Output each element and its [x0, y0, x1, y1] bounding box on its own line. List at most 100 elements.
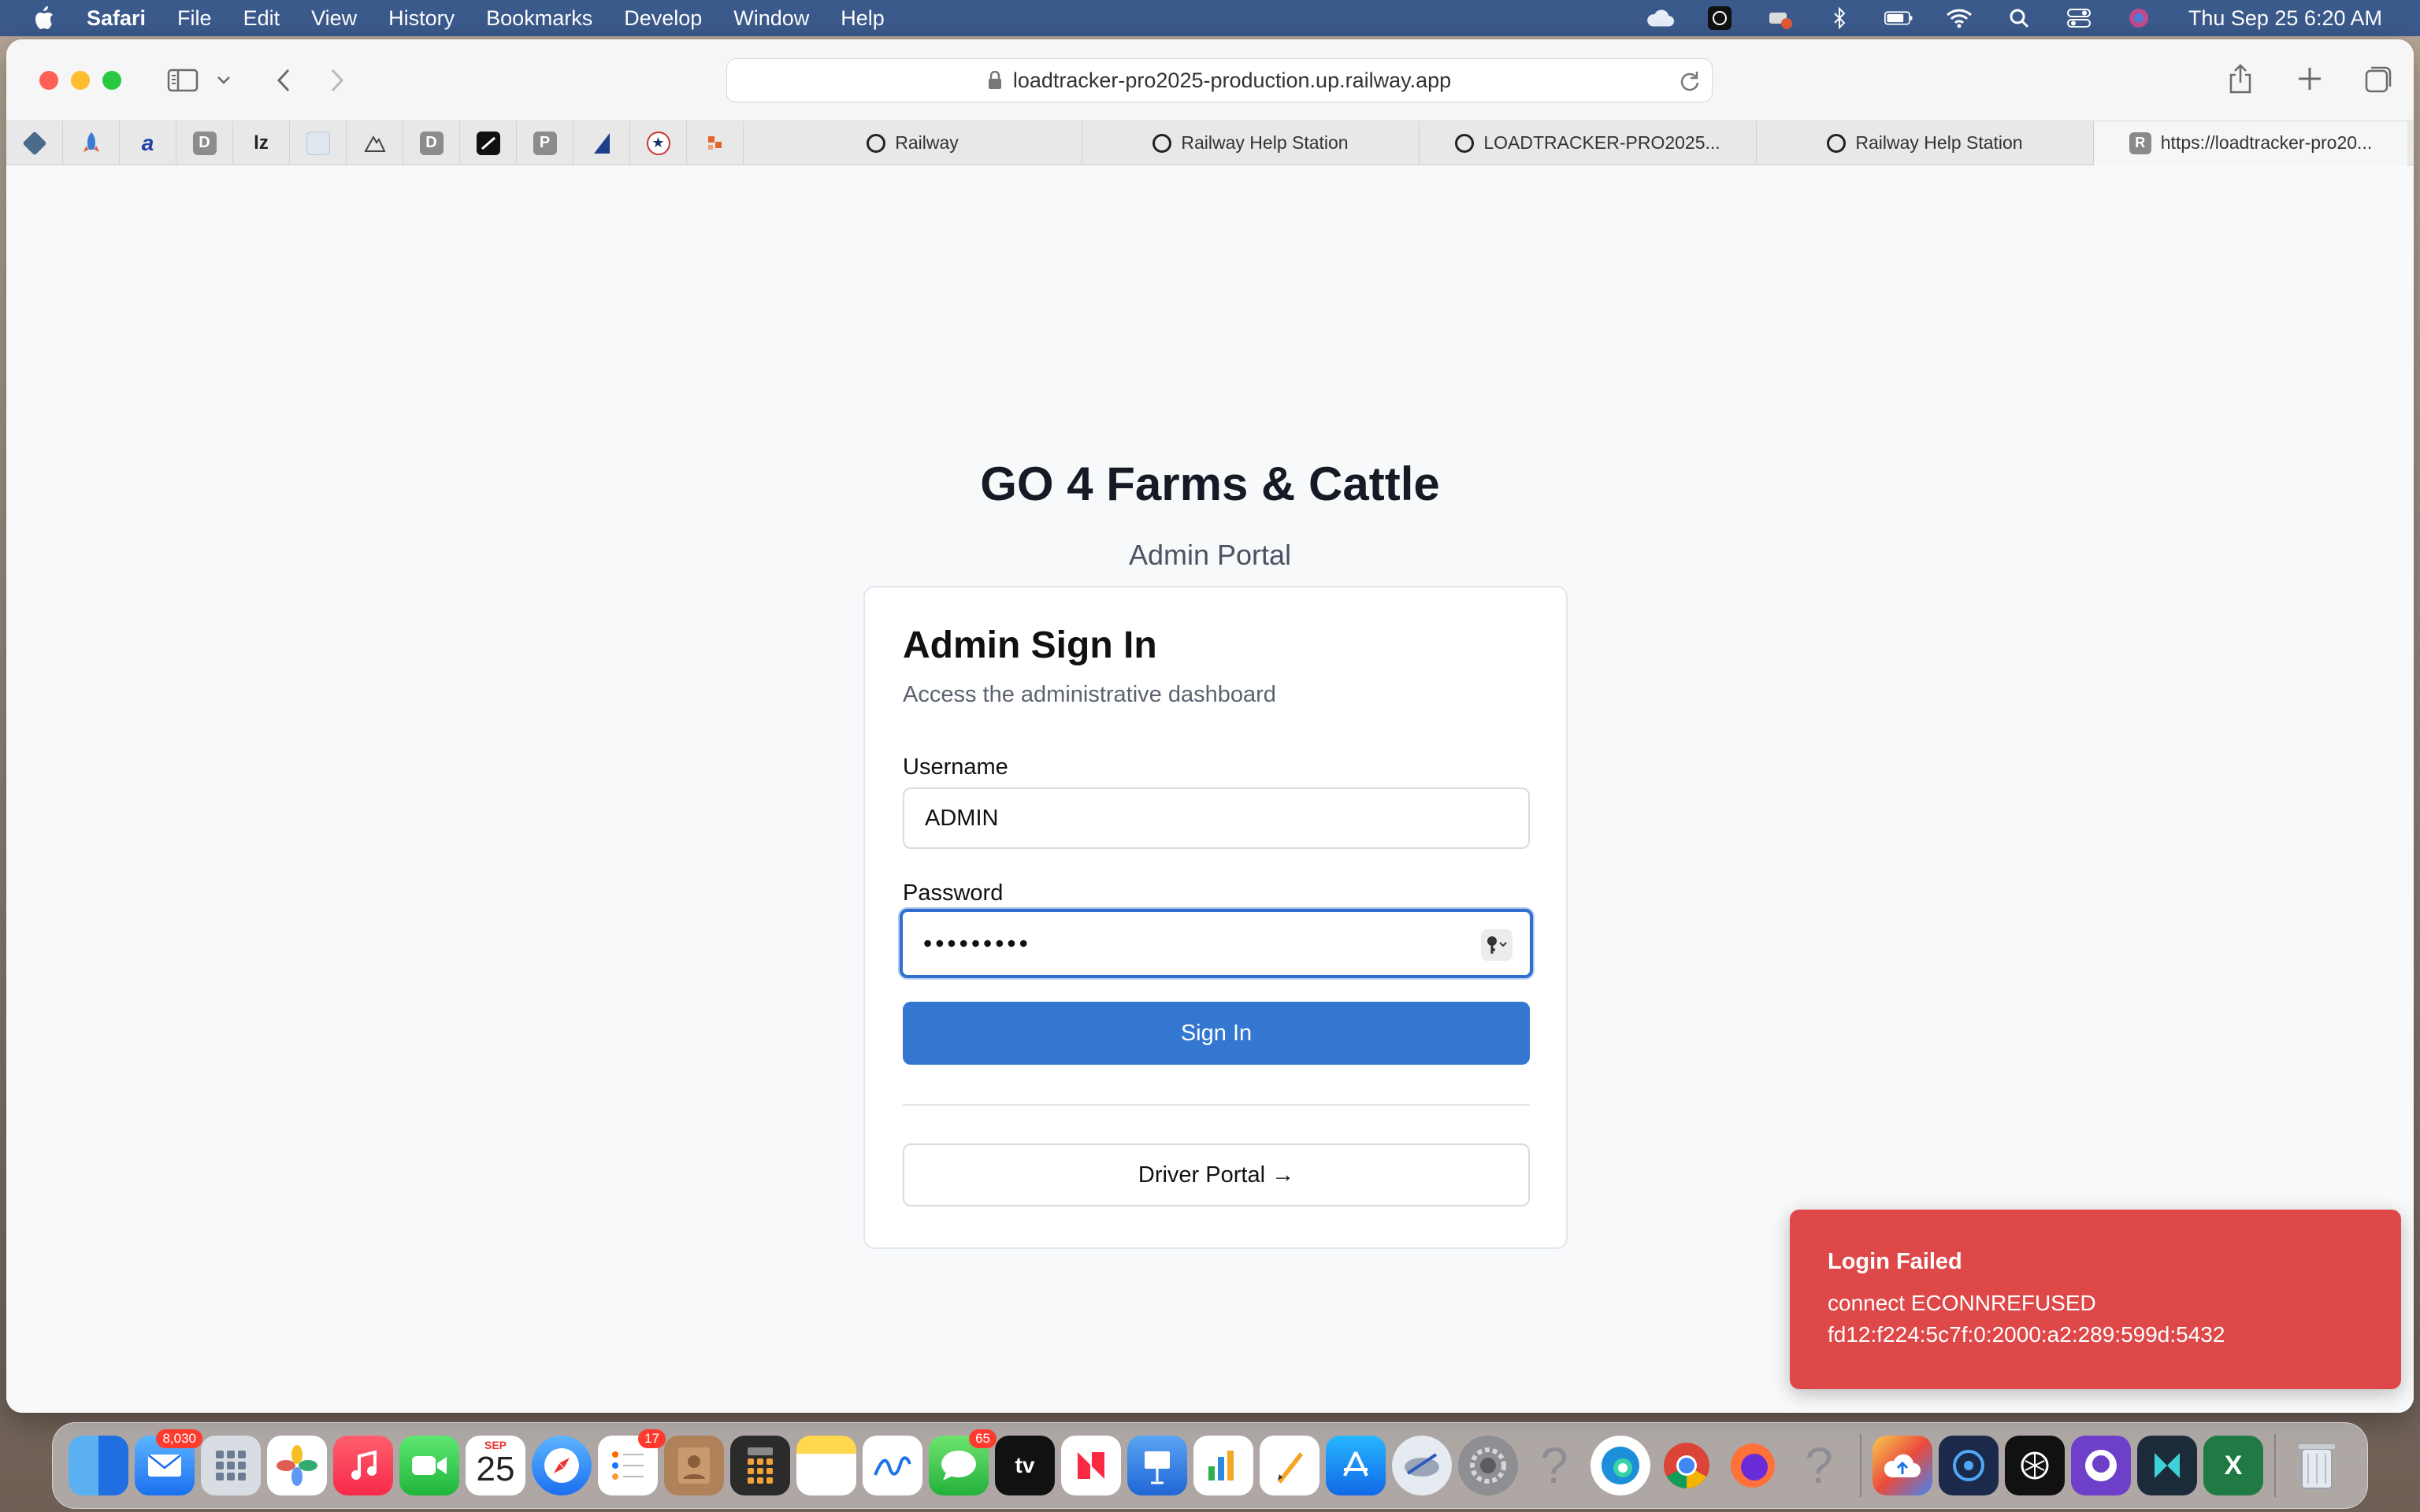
- calendar-icon[interactable]: SEP 25: [466, 1436, 525, 1495]
- battery-icon[interactable]: [1884, 6, 1914, 30]
- menu-history[interactable]: History: [388, 6, 455, 31]
- apple-menu-icon[interactable]: [0, 5, 87, 32]
- pages-icon[interactable]: [1260, 1436, 1319, 1495]
- menu-help[interactable]: Help: [841, 6, 885, 31]
- back-button[interactable]: [268, 69, 299, 92]
- reload-icon[interactable]: [1679, 70, 1701, 92]
- password-input[interactable]: •••••••••: [900, 909, 1533, 978]
- railway-logo-icon: [1827, 133, 1847, 153]
- news-icon[interactable]: [1061, 1436, 1121, 1495]
- printer-error-icon[interactable]: [1765, 6, 1795, 30]
- new-tab-plus-icon[interactable]: [2292, 61, 2327, 96]
- favorite-11[interactable]: [573, 120, 630, 165]
- address-bar[interactable]: loadtracker-pro2025-production.up.railwa…: [726, 58, 1713, 102]
- finder-icon[interactable]: [69, 1436, 128, 1495]
- launchpad-icon[interactable]: [201, 1436, 261, 1495]
- menu-file[interactable]: File: [177, 6, 212, 31]
- numbers-icon[interactable]: [1193, 1436, 1253, 1495]
- keynote-icon[interactable]: [1127, 1436, 1187, 1495]
- menu-develop[interactable]: Develop: [624, 6, 702, 31]
- app-store-icon[interactable]: [1326, 1436, 1386, 1495]
- error-toast[interactable]: Login Failed connect ECONNREFUSED fd12:f…: [1790, 1210, 2401, 1389]
- share-icon[interactable]: [2223, 61, 2258, 96]
- excel-icon[interactable]: X: [2203, 1436, 2263, 1495]
- system-settings-icon[interactable]: [1458, 1436, 1518, 1495]
- tab-overview-icon[interactable]: [2362, 61, 2396, 96]
- spotlight-search-icon[interactable]: [2004, 6, 2034, 30]
- tab-loadtracker-pro[interactable]: LOADTRACKER-PRO2025...: [1420, 120, 1757, 165]
- disk-utility-icon[interactable]: [1392, 1436, 1452, 1495]
- chevron-down-icon[interactable]: [214, 76, 233, 85]
- minimize-window-button[interactable]: [71, 70, 90, 90]
- cloud-upload-icon[interactable]: [1873, 1436, 1932, 1495]
- menu-edit[interactable]: Edit: [243, 6, 280, 31]
- favorite-2[interactable]: [63, 120, 120, 165]
- username-input[interactable]: ADMIN: [903, 788, 1530, 849]
- icloud-icon[interactable]: [1645, 6, 1675, 30]
- toast-title: Login Failed: [1828, 1249, 1962, 1274]
- unknown-app-question-icon[interactable]: ?: [1524, 1436, 1584, 1495]
- favorite-13[interactable]: [687, 120, 744, 165]
- messages-icon[interactable]: 65: [929, 1429, 997, 1495]
- favorite-10[interactable]: P: [517, 120, 573, 165]
- menu-bookmarks[interactable]: Bookmarks: [486, 6, 592, 31]
- favorite-9[interactable]: [460, 120, 517, 165]
- chatgpt-status-icon[interactable]: [1705, 6, 1735, 30]
- favorite-5[interactable]: lz: [233, 120, 290, 165]
- edge-icon[interactable]: [1590, 1436, 1650, 1495]
- butterfly-app-icon[interactable]: [2137, 1436, 2197, 1495]
- firefox-icon[interactable]: [1723, 1436, 1783, 1495]
- zoom-window-button[interactable]: [102, 70, 121, 90]
- github-desktop-icon[interactable]: [2071, 1436, 2131, 1495]
- wifi-icon[interactable]: [1944, 6, 1974, 30]
- facetime-icon[interactable]: [399, 1436, 459, 1495]
- favorite-4[interactable]: D: [176, 120, 233, 165]
- unknown-app-question-icon[interactable]: ?: [1789, 1436, 1849, 1495]
- menu-app-safari[interactable]: Safari: [87, 6, 146, 31]
- menu-window[interactable]: Window: [733, 6, 809, 31]
- puzzle-icon: [703, 132, 727, 155]
- favorite-3[interactable]: a: [120, 120, 176, 165]
- brand-title: GO 4 Farms & Cattle: [980, 458, 1440, 510]
- password-autofill-key-icon[interactable]: [1481, 929, 1512, 961]
- control-center-icon[interactable]: [2064, 6, 2094, 30]
- mountain-icon: [363, 132, 387, 155]
- username-value: ADMIN: [925, 805, 999, 831]
- chatgpt-icon[interactable]: [2005, 1436, 2065, 1495]
- toast-message-line-1: connect ECONNREFUSED: [1828, 1291, 2096, 1315]
- favorite-12[interactable]: ★: [630, 120, 687, 165]
- safari-icon[interactable]: [532, 1436, 592, 1495]
- contacts-icon[interactable]: [664, 1436, 724, 1495]
- photos-icon[interactable]: [267, 1436, 327, 1495]
- driver-portal-button[interactable]: Driver Portal →: [903, 1143, 1530, 1206]
- tab-railway-help-station-2[interactable]: Railway Help Station: [1757, 120, 2094, 165]
- close-window-button[interactable]: [39, 70, 58, 90]
- freeform-icon[interactable]: [863, 1436, 922, 1495]
- mail-icon[interactable]: 8,030: [135, 1429, 202, 1495]
- sidebar-toggle-icon[interactable]: [165, 65, 200, 96]
- favorite-7[interactable]: [347, 120, 403, 165]
- tab-railway-help-station-1[interactable]: Railway Help Station: [1082, 120, 1420, 165]
- chrome-icon[interactable]: [1657, 1436, 1717, 1495]
- trash-icon[interactable]: [2287, 1436, 2347, 1495]
- menu-view[interactable]: View: [311, 6, 357, 31]
- reminders-icon[interactable]: 17: [598, 1429, 666, 1495]
- music-icon[interactable]: [333, 1436, 393, 1495]
- doc-icon: [306, 131, 330, 155]
- favorite-1[interactable]: [6, 120, 63, 165]
- calculator-icon[interactable]: [730, 1436, 790, 1495]
- notes-icon[interactable]: [796, 1436, 856, 1495]
- sign-in-button[interactable]: Sign In: [903, 1002, 1530, 1065]
- bluetooth-icon[interactable]: [1824, 6, 1854, 30]
- favorite-8[interactable]: D: [403, 120, 460, 165]
- toolbar-right-actions: [2223, 61, 2396, 96]
- safari-window: loadtracker-pro2025-production.up.railwa…: [6, 39, 2414, 1413]
- siri-icon[interactable]: [2124, 6, 2154, 30]
- forward-button[interactable]: [321, 69, 353, 92]
- tab-loadtracker-active[interactable]: R https://loadtracker-pro20...: [2094, 120, 2407, 165]
- favorite-6[interactable]: [290, 120, 347, 165]
- aperture-app-icon[interactable]: [1939, 1436, 1999, 1495]
- tab-railway[interactable]: Railway: [744, 120, 1082, 165]
- apple-tv-icon[interactable]: tv: [995, 1436, 1055, 1495]
- menubar-clock[interactable]: Thu Sep 25 6:20 AM: [2188, 6, 2382, 31]
